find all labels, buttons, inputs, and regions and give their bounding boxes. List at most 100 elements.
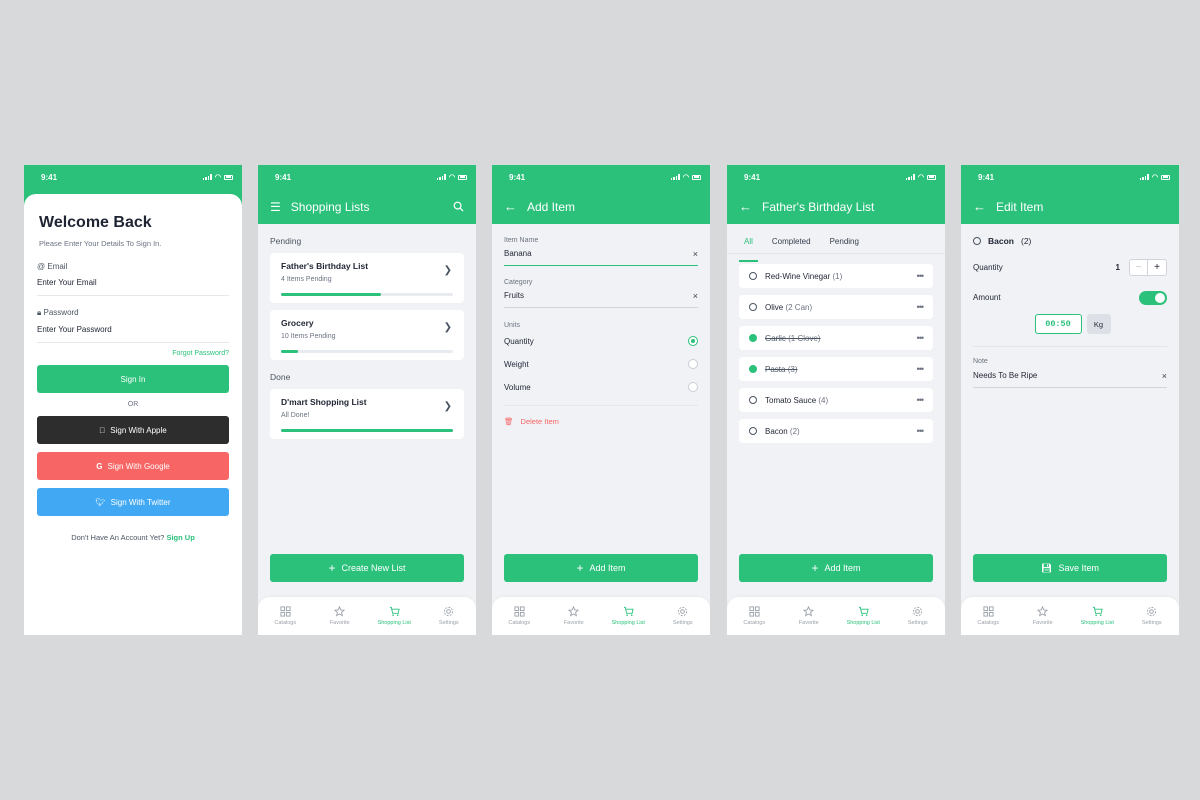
- list-card[interactable]: Father's Birthday List 4 Items Pending ❯: [270, 253, 464, 303]
- plus-button[interactable]: +: [1148, 260, 1166, 275]
- unit-select[interactable]: Kg: [1086, 314, 1111, 334]
- add-item-button[interactable]: + Add Item: [739, 554, 933, 582]
- star-icon: [803, 606, 814, 617]
- tab-favorite[interactable]: Favorite: [782, 597, 837, 635]
- battery-icon: [1161, 174, 1170, 180]
- clear-icon[interactable]: ×: [693, 291, 698, 301]
- more-options-icon[interactable]: •••: [917, 333, 925, 343]
- list-item[interactable]: Olive (2 Can) •••: [739, 295, 933, 319]
- shopping-lists-screen: 9:41 ◠ ☰ Shopping Lists Pending Father's…: [258, 165, 476, 635]
- clear-icon[interactable]: ×: [1162, 371, 1167, 381]
- list-card[interactable]: D'mart Shopping List All Done! ❯: [270, 389, 464, 439]
- amount-input[interactable]: 00:50: [1034, 314, 1082, 334]
- item-name-field[interactable]: Banana ×: [504, 249, 698, 266]
- app-bar: ← Edit Item: [961, 189, 1179, 224]
- tab-settings[interactable]: Settings: [656, 597, 711, 635]
- unit-option[interactable]: Weight: [504, 357, 698, 371]
- more-options-icon[interactable]: •••: [917, 395, 925, 405]
- signup-link[interactable]: Sign Up: [166, 533, 194, 542]
- radio-selected[interactable]: [688, 336, 698, 346]
- category-field[interactable]: Fruits ×: [504, 291, 698, 308]
- email-field[interactable]: Enter Your Email: [37, 278, 229, 296]
- list-subtitle: 4 Items Pending: [281, 276, 332, 283]
- google-signin-button[interactable]: G Sign With Google: [37, 452, 229, 480]
- tab-catalogs[interactable]: Catalogs: [961, 597, 1016, 635]
- tab-favorite[interactable]: Favorite: [1016, 597, 1071, 635]
- item-checkbox[interactable]: [749, 427, 757, 435]
- tab-all[interactable]: All: [739, 237, 758, 262]
- tab-label: Favorite: [329, 620, 350, 626]
- menu-icon[interactable]: ☰: [270, 200, 281, 214]
- item-label: Tomato Sauce (4): [765, 396, 909, 405]
- tab-pending[interactable]: Pending: [830, 237, 859, 253]
- password-field[interactable]: Enter Your Password: [37, 325, 229, 343]
- tab-catalogs[interactable]: Catalogs: [727, 597, 782, 635]
- twitter-signin-button[interactable]: 🐦︎ Sign With Twitter: [37, 488, 229, 516]
- grid-icon: [280, 606, 291, 617]
- back-arrow-icon[interactable]: ←: [739, 199, 752, 214]
- add-item-button[interactable]: + Add Item: [504, 554, 698, 582]
- unit-option[interactable]: Volume: [504, 380, 698, 394]
- tab-favorite[interactable]: Favorite: [313, 597, 368, 635]
- battery-icon: [927, 174, 936, 180]
- item-checkbox[interactable]: [749, 334, 757, 342]
- create-list-button[interactable]: + Create New List: [270, 554, 464, 582]
- clear-icon[interactable]: ×: [693, 249, 698, 259]
- list-item[interactable]: Red-Wine Vinegar (1) •••: [739, 264, 933, 288]
- progress-bar: [281, 293, 453, 296]
- item-qty: (2): [789, 426, 800, 436]
- list-detail-screen: 9:41 ◠ ← Father's Birthday List All Comp…: [727, 165, 945, 635]
- more-options-icon[interactable]: •••: [917, 426, 925, 436]
- edit-item-screen: 9:41 ◠ ← Edit Item Bacon (2) Quantity 1 −…: [961, 165, 1179, 635]
- list-card[interactable]: Grocery 10 Items Pending ❯: [270, 310, 464, 360]
- signin-button[interactable]: Sign In: [37, 365, 229, 393]
- trash-icon: 🗑︎: [504, 417, 514, 426]
- amount-toggle[interactable]: [1139, 290, 1167, 305]
- list-item[interactable]: Pasta (3) •••: [739, 357, 933, 381]
- chevron-right-icon: ❯: [443, 401, 452, 412]
- item-checkbox[interactable]: [749, 396, 757, 404]
- wifi-icon: ◠: [1151, 174, 1158, 181]
- search-icon[interactable]: [453, 201, 464, 212]
- radio[interactable]: [688, 359, 698, 369]
- list-item[interactable]: Garlic (1 Clove) •••: [739, 326, 933, 350]
- delete-item-button[interactable]: 🗑︎ Delete Item: [504, 405, 698, 426]
- note-value: Needs To Be Ripe: [973, 371, 1038, 380]
- tab-shopping-list[interactable]: Shopping List: [836, 597, 891, 635]
- back-arrow-icon[interactable]: ←: [504, 199, 517, 214]
- minus-button[interactable]: −: [1130, 260, 1148, 275]
- item-checkbox[interactable]: [749, 272, 757, 280]
- back-arrow-icon[interactable]: ←: [973, 199, 986, 214]
- radio[interactable]: [688, 382, 698, 392]
- forgot-password-link[interactable]: Forgot Password?: [37, 350, 229, 357]
- tab-catalogs[interactable]: Catalogs: [258, 597, 313, 635]
- tab-settings[interactable]: Settings: [891, 597, 946, 635]
- tab-favorite[interactable]: Favorite: [547, 597, 602, 635]
- tab-shopping-list[interactable]: Shopping List: [601, 597, 656, 635]
- item-label: Bacon (2): [765, 427, 909, 436]
- note-field[interactable]: Needs To Be Ripe ×: [973, 371, 1167, 388]
- unit-option[interactable]: Quantity: [504, 334, 698, 348]
- more-options-icon[interactable]: •••: [917, 364, 925, 374]
- item-name: Bacon: [988, 236, 1014, 246]
- item-qty: (3): [787, 364, 798, 374]
- more-options-icon[interactable]: •••: [917, 302, 925, 312]
- tab-shopping-list[interactable]: Shopping List: [367, 597, 422, 635]
- signal-icon: [1139, 174, 1149, 180]
- save-item-button[interactable]: 💾︎ Save Item: [973, 554, 1167, 582]
- item-checkbox[interactable]: [973, 237, 981, 245]
- item-header: Bacon (2): [973, 236, 1167, 246]
- item-checkbox[interactable]: [749, 303, 757, 311]
- tab-settings[interactable]: Settings: [1125, 597, 1180, 635]
- unit-label: Volume: [504, 382, 531, 392]
- apple-signin-button[interactable]: Sign With Apple: [37, 416, 229, 444]
- tab-settings[interactable]: Settings: [422, 597, 477, 635]
- plus-icon: +: [811, 561, 819, 575]
- more-options-icon[interactable]: •••: [917, 271, 925, 281]
- tab-catalogs[interactable]: Catalogs: [492, 597, 547, 635]
- list-item[interactable]: Bacon (2) •••: [739, 419, 933, 443]
- list-item[interactable]: Tomato Sauce (4) •••: [739, 388, 933, 412]
- tab-shopping-list[interactable]: Shopping List: [1070, 597, 1125, 635]
- item-checkbox[interactable]: [749, 365, 757, 373]
- tab-completed[interactable]: Completed: [772, 237, 811, 253]
